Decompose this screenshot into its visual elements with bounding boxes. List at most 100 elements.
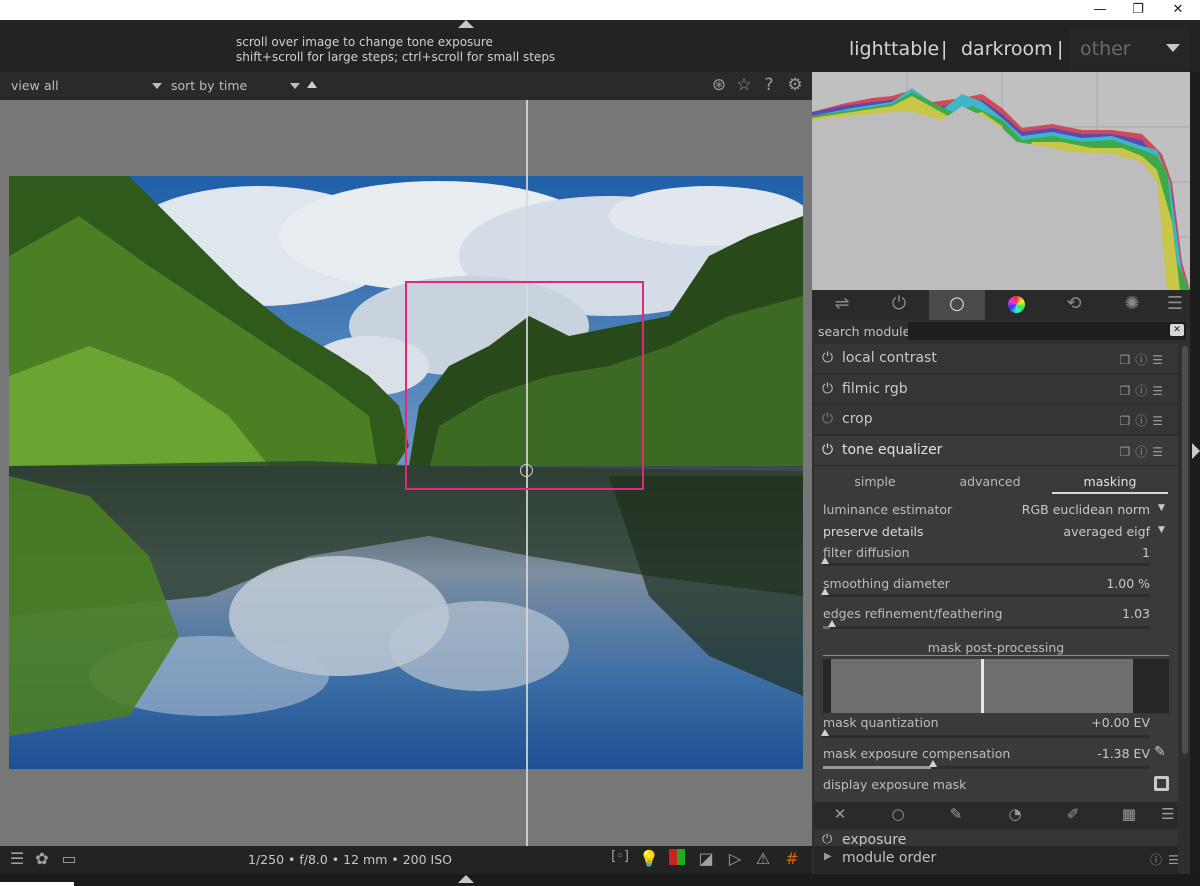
focus-icon[interactable]: [◦]	[609, 849, 631, 864]
module-actions[interactable]: ❐ⓘ☰	[1119, 382, 1168, 399]
module-actions[interactable]: ❐ⓘ☰	[1119, 351, 1168, 368]
expand-arrow-icon[interactable]: ▶	[824, 851, 832, 862]
chevron-down-icon[interactable]	[152, 83, 162, 89]
right-edge-collapse	[1190, 72, 1200, 874]
display-exposure-mask-toggle[interactable]	[1154, 776, 1169, 791]
color-picker-icon[interactable]: ✎	[1154, 744, 1166, 760]
parametric-mask-icon[interactable]: ◔	[1003, 805, 1027, 823]
raster-mask-icon[interactable]: ▦	[1117, 805, 1141, 823]
base-group-tab-icon[interactable]: ○	[929, 290, 985, 320]
tab-masking[interactable]: masking	[1055, 474, 1165, 489]
module-label: local contrast	[842, 350, 937, 366]
view-filter-select[interactable]: all	[44, 78, 59, 93]
softproof-icon[interactable]	[666, 849, 688, 869]
close-button[interactable]: ✕	[1158, 0, 1198, 20]
active-modules-tab-icon[interactable]: ⏻	[871, 290, 927, 320]
histogram[interactable]	[812, 72, 1190, 290]
power-icon[interactable]: ⏻	[822, 442, 833, 458]
search-input[interactable]	[908, 322, 1186, 340]
chevron-down-icon[interactable]: ▼	[1158, 503, 1165, 513]
collapse-bottom-arrow-icon[interactable]	[458, 875, 474, 883]
filter-bar	[0, 72, 812, 100]
edges-refinement-slider[interactable]	[823, 620, 1150, 629]
module-actions[interactable]: ❐ⓘ☰	[1119, 443, 1168, 460]
right-panel-scrollbar[interactable]	[1182, 346, 1188, 754]
close-icon[interactable]: ✕	[828, 805, 852, 823]
module-filmic-rgb[interactable]: ⏻ filmic rgb ❐ⓘ☰	[814, 375, 1178, 405]
slider-knob[interactable]	[827, 620, 836, 627]
quick-access-tab-icon[interactable]: ⇌	[814, 290, 870, 320]
gear-icon[interactable]: ⚙	[784, 75, 806, 95]
slider-knob[interactable]	[821, 588, 829, 595]
mask-post-processing-heading: mask post-processing	[927, 640, 1065, 655]
circle-mask-icon[interactable]: ○	[886, 805, 910, 823]
chevron-down-icon[interactable]	[1166, 44, 1180, 52]
correct-group-tab-icon[interactable]: ⟲	[1046, 290, 1102, 320]
module-tone-equalizer[interactable]: ⏻ tone equalizer ❐ⓘ☰	[814, 436, 1178, 466]
slider-fill	[823, 766, 931, 769]
preserve-details-select[interactable]: averaged eigf	[950, 524, 1150, 539]
slider-knob[interactable]	[821, 557, 829, 564]
color-group-tab-icon[interactable]	[988, 290, 1044, 320]
grouping-icon[interactable]: ⊛	[708, 75, 730, 95]
guides-icon[interactable]: #	[781, 849, 803, 868]
module-local-contrast[interactable]: ⏻ local contrast ❐ⓘ☰	[814, 344, 1178, 374]
active-tab-indicator	[1052, 492, 1168, 494]
warning-icon[interactable]: ⚠	[752, 849, 774, 868]
view-lighttable[interactable]: lighttable	[849, 38, 939, 60]
sort-select[interactable]: time	[219, 78, 247, 93]
filter-diffusion-slider[interactable]	[821, 557, 1150, 566]
edges-refinement-value: 1.03	[1122, 606, 1150, 621]
sort-order-icon[interactable]	[307, 81, 317, 88]
view-other[interactable]: other	[1080, 38, 1131, 60]
drawn-parametric-icon[interactable]: ✐	[1061, 805, 1085, 823]
brush-icon[interactable]: ✎	[944, 805, 968, 823]
overexposed-icon[interactable]: ▷	[724, 849, 746, 868]
smoothing-diameter-slider[interactable]	[821, 588, 1150, 597]
maximize-button[interactable]: ❐	[1118, 0, 1158, 20]
menu-icon[interactable]: ☰	[6, 849, 28, 868]
mask-exposure-compensation-slider[interactable]	[823, 760, 1150, 769]
collapse-top-arrow-icon[interactable]	[458, 20, 474, 28]
module-crop[interactable]: ⏻ crop ❐ⓘ☰	[814, 405, 1178, 435]
darktable-window: — ❐ ✕ scroll over image to change tone e…	[0, 0, 1200, 886]
collapse-right-arrow-icon[interactable]	[1192, 443, 1200, 459]
smoothing-diameter-value: 1.00 %	[1106, 576, 1150, 591]
module-actions[interactable]: ❐ⓘ☰	[1119, 412, 1168, 429]
tab-simple[interactable]: simple	[820, 474, 930, 489]
mask-histogram-center-mark	[981, 659, 984, 713]
power-icon[interactable]: ⏻	[822, 381, 833, 397]
star-icon[interactable]: ☆	[733, 75, 755, 95]
module-label: filmic rgb	[842, 381, 908, 397]
filter-diffusion-label: filter diffusion	[823, 545, 910, 560]
chevron-down-icon[interactable]	[290, 83, 300, 89]
section-divider	[823, 655, 1169, 656]
smoothing-diameter-label: smoothing diameter	[823, 576, 950, 591]
effects-group-tab-icon[interactable]: ✺	[1104, 290, 1160, 320]
taskbar-stub	[0, 882, 74, 886]
clear-search-icon[interactable]: ✕	[1170, 324, 1184, 336]
menu-icon[interactable]: ☰	[1156, 805, 1180, 823]
power-icon[interactable]: ⏻	[822, 832, 832, 846]
minimize-button[interactable]: —	[1080, 0, 1120, 20]
view-darkroom[interactable]: darkroom	[961, 38, 1053, 60]
luminance-estimator-label: luminance estimator	[823, 502, 953, 517]
luminance-estimator-select[interactable]: RGB euclidean norm	[950, 502, 1150, 517]
chevron-down-icon[interactable]: ▼	[1158, 525, 1165, 535]
sort-label: sort by	[171, 78, 215, 93]
bulb-icon[interactable]: 💡	[638, 849, 660, 868]
power-icon[interactable]: ⏻	[822, 350, 833, 366]
presets-menu-icon[interactable]: ☰	[1160, 290, 1190, 320]
display-icon[interactable]: ▭	[58, 849, 80, 868]
mask-quantization-slider[interactable]	[821, 729, 1150, 738]
gamut-icon[interactable]: ◪	[695, 849, 717, 868]
exif-info: 1/250 • f/8.0 • 12 mm • 200 ISO	[248, 852, 452, 867]
help-icon[interactable]: ?	[758, 75, 780, 95]
slider-knob[interactable]	[928, 760, 937, 767]
tab-advanced[interactable]: advanced	[935, 474, 1045, 489]
slider-knob[interactable]	[821, 729, 829, 736]
presets-icon[interactable]: ✿	[31, 849, 53, 868]
power-icon[interactable]: ⏻	[822, 411, 833, 427]
module-order-actions[interactable]: ⓘ☰	[1150, 851, 1185, 868]
module-exposure[interactable]: ⏻ exposure	[814, 830, 1178, 846]
